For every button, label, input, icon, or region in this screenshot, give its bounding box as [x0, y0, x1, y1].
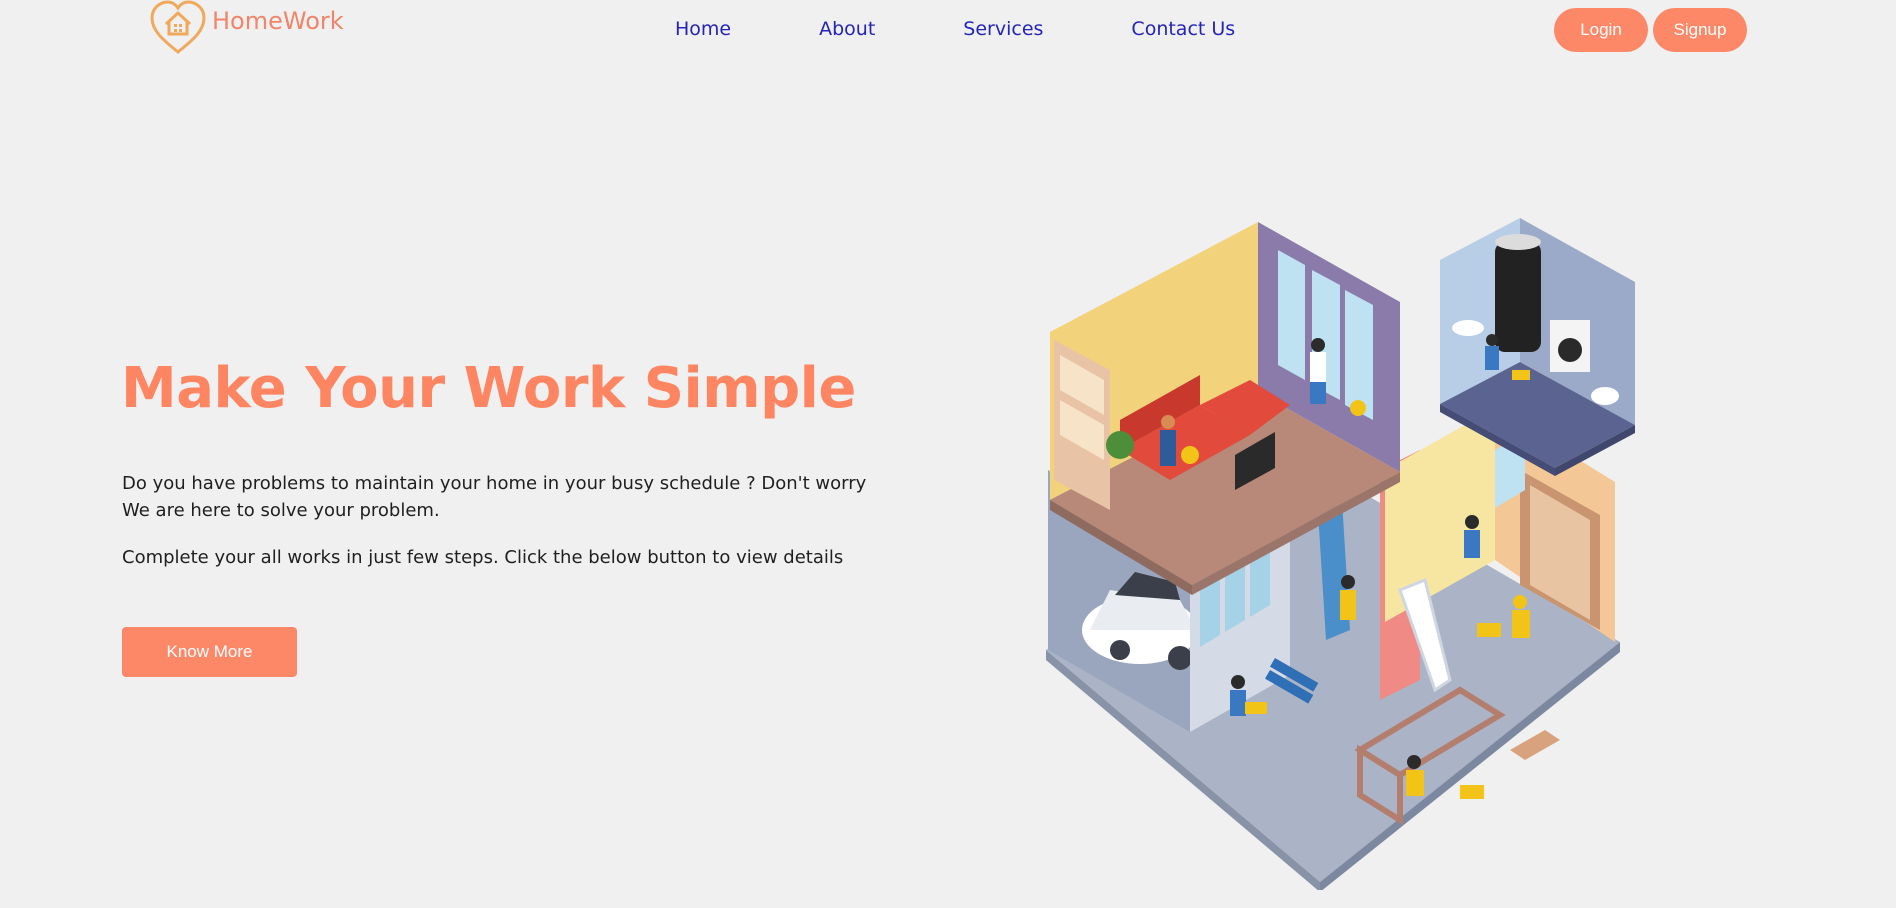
hero-description-line-2: We are here to solve your problem. — [122, 500, 440, 521]
house-heart-icon — [148, 0, 208, 56]
hero-subtext: Complete your all works in just few step… — [122, 547, 844, 568]
login-button[interactable]: Login — [1554, 8, 1648, 52]
nav-home[interactable]: Home — [675, 18, 731, 40]
main-nav: Home About Services Contact Us — [675, 18, 1235, 40]
logo[interactable]: HomeWork — [148, 0, 344, 56]
nav-services[interactable]: Services — [963, 18, 1043, 40]
nav-contact-us[interactable]: Contact Us — [1131, 18, 1235, 40]
logo-text: HomeWork — [212, 7, 344, 35]
house-illustration — [1040, 210, 1640, 892]
signup-button[interactable]: Signup — [1653, 8, 1747, 52]
page: HomeWork Home About Services Contact Us … — [0, 0, 1896, 908]
know-more-button[interactable]: Know More — [122, 627, 297, 677]
hero-description: Do you have problems to maintain your ho… — [122, 470, 882, 524]
nav-about[interactable]: About — [819, 18, 875, 40]
hero-title: Make Your Work Simple — [121, 356, 856, 421]
auth-buttons: Login Signup — [1554, 8, 1747, 52]
hero-description-line-1: Do you have problems to maintain your ho… — [122, 473, 867, 494]
